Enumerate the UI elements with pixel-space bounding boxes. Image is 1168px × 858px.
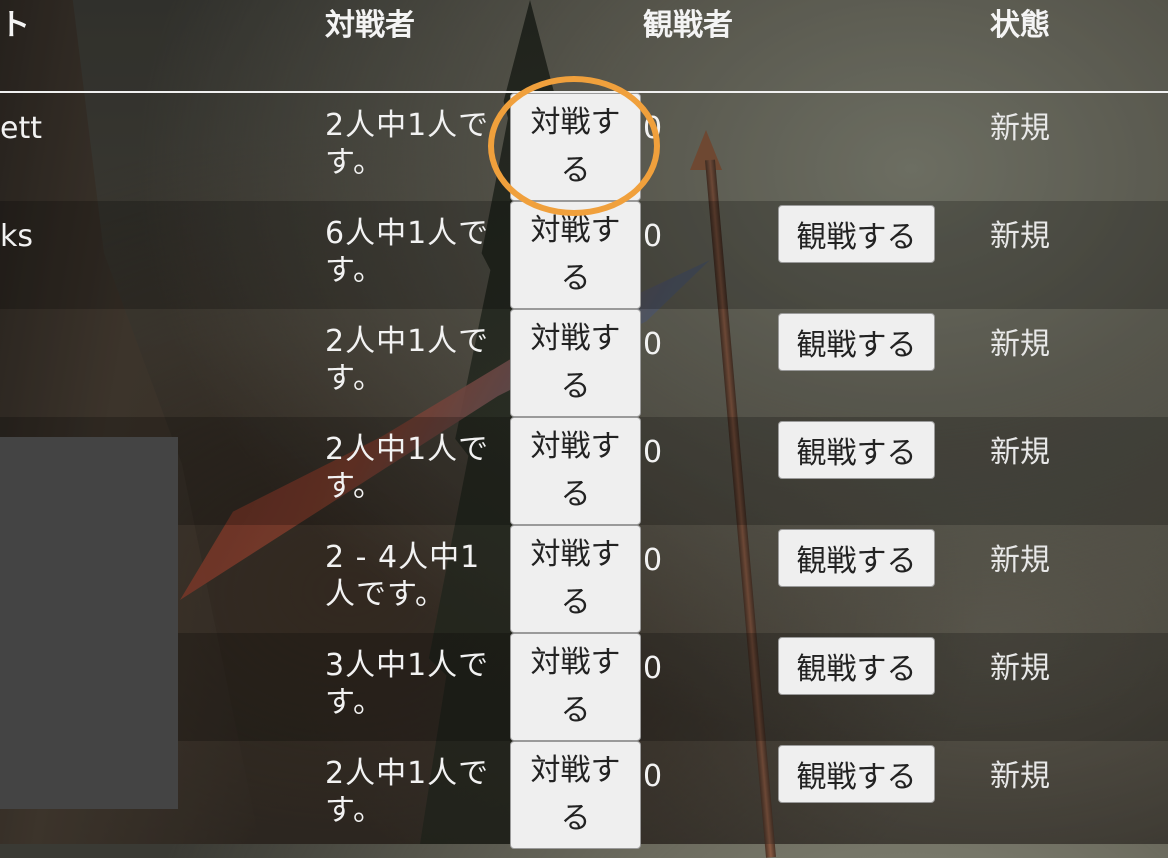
spectator-count: 0 — [643, 435, 663, 470]
player-count: 6人中1人です。 — [325, 216, 490, 288]
player-count: 2人中1人です。 — [325, 756, 490, 828]
join-game-button[interactable]: 対戦する — [510, 93, 641, 201]
game-status: 新規 — [990, 111, 1050, 146]
watch-game-button[interactable]: 観戦する — [778, 421, 935, 479]
game-status: 新規 — [990, 327, 1050, 362]
game-status: 新規 — [990, 543, 1050, 578]
spectator-count: 0 — [643, 759, 663, 794]
table-row: ks 6人中1人です。 対戦する 0 観戦する 新規 — [0, 201, 1168, 309]
column-header-name: ト — [0, 8, 30, 43]
game-name[interactable]: ks — [0, 215, 33, 259]
join-game-button[interactable]: 対戦する — [510, 417, 641, 525]
join-game-button[interactable]: 対戦する — [510, 201, 641, 309]
spectator-count: 0 — [643, 327, 663, 362]
column-header-status: 状態 — [990, 8, 1050, 43]
join-game-button[interactable]: 対戦する — [510, 525, 641, 633]
spectator-count: 0 — [643, 219, 663, 254]
join-game-button[interactable]: 対戦する — [510, 741, 641, 849]
spectator-count: 0 — [643, 651, 663, 686]
column-header-spectators: 観戦者 — [643, 8, 733, 43]
watch-game-button[interactable]: 観戦する — [778, 205, 935, 263]
watch-game-button[interactable]: 観戦する — [778, 745, 935, 803]
game-name[interactable]: ett — [0, 107, 42, 151]
table-row: ett 2人中1人です。 対戦する 0 新規 — [0, 93, 1168, 201]
watch-game-button[interactable]: 観戦する — [778, 313, 935, 371]
table-row: 2人中1人です。 対戦する 0 観戦する 新規 — [0, 309, 1168, 417]
game-status: 新規 — [990, 219, 1050, 254]
watch-game-button[interactable]: 観戦する — [778, 637, 935, 695]
spectator-count: 0 — [643, 543, 663, 578]
join-game-button[interactable]: 対戦する — [510, 309, 641, 417]
spectator-count: 0 — [643, 111, 663, 146]
game-status: 新規 — [990, 759, 1050, 794]
player-count: 2人中1人です。 — [325, 324, 490, 396]
player-count: 3人中1人です。 — [325, 648, 490, 720]
column-header-players: 対戦者 — [325, 8, 415, 43]
watch-game-button[interactable]: 観戦する — [778, 529, 935, 587]
join-game-button[interactable]: 対戦する — [510, 633, 641, 741]
game-status: 新規 — [990, 435, 1050, 470]
player-count: 2人中1人です。 — [325, 108, 490, 180]
game-status: 新規 — [990, 651, 1050, 686]
player-count: 2 - 4人中1人です。 — [325, 540, 481, 612]
player-count: 2人中1人です。 — [325, 432, 490, 504]
popup-panel — [0, 437, 178, 809]
